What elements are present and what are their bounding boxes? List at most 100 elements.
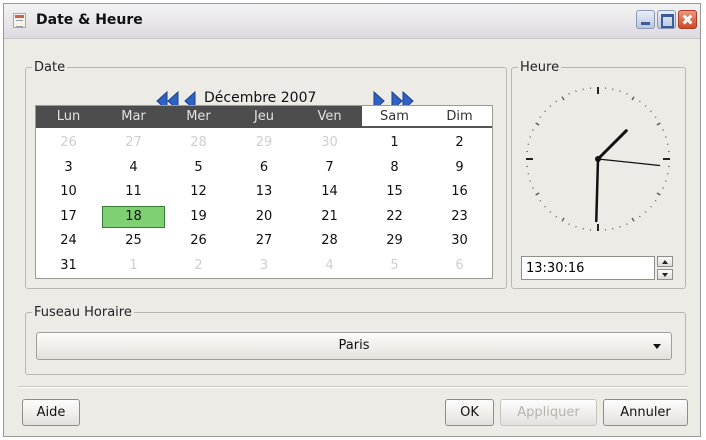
maximize-button[interactable] xyxy=(657,10,676,29)
calendar-day[interactable]: 5 xyxy=(362,255,427,277)
clock-tick xyxy=(535,192,540,196)
clock-tick xyxy=(549,105,552,107)
calendar-day[interactable]: 6 xyxy=(231,157,297,179)
calendar-day[interactable]: 14 xyxy=(297,181,362,203)
clock-tick xyxy=(561,217,565,222)
clock-tick xyxy=(549,211,552,213)
calendar-day[interactable]: 11 xyxy=(101,181,166,203)
weekday-header-mer: Mer xyxy=(166,106,231,128)
clock-tick xyxy=(568,93,570,95)
clock-tick xyxy=(539,116,542,118)
clock-center xyxy=(595,156,601,162)
calendar-day[interactable]: 3 xyxy=(231,255,297,277)
calendar-day[interactable]: 29 xyxy=(231,132,297,154)
clock-tick xyxy=(631,96,635,101)
help-button[interactable]: Aide xyxy=(22,399,80,426)
clock-tick xyxy=(532,129,534,131)
calendar-day[interactable]: 28 xyxy=(166,132,231,154)
calendar-grid: Lun Mar Mer Jeu Ven Sam Dim 26 27 28 29 30 1 2 3 4 5 6 7 8… xyxy=(35,105,493,279)
clock-tick xyxy=(644,105,647,107)
clock-tick xyxy=(639,215,641,218)
calendar-day[interactable]: 24 xyxy=(36,230,101,252)
clock-tick xyxy=(561,96,565,101)
weekday-header-mar: Mar xyxy=(101,106,166,128)
minimize-button[interactable] xyxy=(636,10,655,29)
footer-separator xyxy=(18,386,688,388)
calendar-day[interactable]: 28 xyxy=(297,230,362,252)
spin-down-icon[interactable] xyxy=(657,269,673,280)
clock-tick xyxy=(662,129,664,131)
calendar-day[interactable]: 22 xyxy=(362,206,427,228)
calendar-day[interactable]: 20 xyxy=(231,206,297,228)
calendar-day[interactable]: 4 xyxy=(297,255,362,277)
title-bar[interactable]: Date & Heure xyxy=(4,4,700,39)
clock-tick xyxy=(555,215,557,218)
calendar-day[interactable]: 10 xyxy=(36,181,101,203)
analog-clock xyxy=(526,87,670,231)
calendar-day[interactable]: 16 xyxy=(427,181,492,203)
spin-up-icon[interactable] xyxy=(657,256,673,267)
calendar-day[interactable]: 27 xyxy=(231,230,297,252)
clock-tick xyxy=(544,110,546,113)
calendar-day[interactable]: 4 xyxy=(101,157,166,179)
calendar-day[interactable]: 30 xyxy=(297,132,362,154)
calendar-day[interactable]: 25 xyxy=(101,230,166,252)
clock-tick xyxy=(626,93,628,95)
clock-tick xyxy=(535,122,540,126)
calendar-day[interactable]: 8 xyxy=(362,157,427,179)
calendar-day[interactable]: 1 xyxy=(101,255,166,277)
calendar-day[interactable]: 29 xyxy=(362,230,427,252)
weekday-header-row: Lun Mar Mer Jeu Ven Sam Dim xyxy=(36,106,492,128)
timezone-group-legend: Fuseau Horaire xyxy=(34,305,132,320)
calendar-day[interactable]: 7 xyxy=(297,157,362,179)
calendar-day[interactable]: 21 xyxy=(297,206,362,228)
calendar-day[interactable]: 2 xyxy=(427,132,492,154)
clock-tick xyxy=(532,187,534,189)
calendar-day[interactable]: 3 xyxy=(36,157,101,179)
clock-tick xyxy=(656,192,661,196)
date-group-legend: Date xyxy=(34,60,66,75)
calendar-day[interactable]: 13 xyxy=(231,181,297,203)
time-input[interactable] xyxy=(526,259,646,277)
calendar-day[interactable]: 17 xyxy=(36,206,101,228)
clock-tick xyxy=(650,205,652,208)
timezone-value: Paris xyxy=(338,338,370,353)
calendar-day[interactable]: 30 xyxy=(427,230,492,252)
clock-tick xyxy=(631,217,635,222)
calendar-day[interactable]: 15 xyxy=(362,181,427,203)
clock-tick xyxy=(555,100,557,103)
clock-tick xyxy=(662,187,664,189)
calendar-day[interactable]: 26 xyxy=(166,230,231,252)
apply-button[interactable]: Appliquer xyxy=(500,399,597,426)
hour-hand xyxy=(596,129,628,161)
minute-hand xyxy=(595,157,600,223)
month-year-label: Décembre 2007 xyxy=(204,90,316,106)
ok-button[interactable]: OK xyxy=(445,399,494,426)
timezone-select[interactable]: Paris xyxy=(36,332,672,360)
close-button[interactable] xyxy=(678,10,697,29)
time-field[interactable] xyxy=(521,256,655,280)
year-value: 2007 xyxy=(280,90,317,106)
calendar-day[interactable]: 31 xyxy=(36,255,101,277)
clock-tick xyxy=(639,100,641,103)
calendar-day[interactable]: 19 xyxy=(166,206,231,228)
time-spinner[interactable] xyxy=(657,256,673,280)
calendar-day[interactable]: 12 xyxy=(166,181,231,203)
calendar-day[interactable]: 2 xyxy=(166,255,231,277)
calendar-day[interactable]: 23 xyxy=(427,206,492,228)
second-hand xyxy=(597,158,661,167)
calendar-day[interactable]: 1 xyxy=(362,132,427,154)
clock-tick xyxy=(656,122,661,126)
calendar-day[interactable]: 27 xyxy=(101,132,166,154)
clock-tick xyxy=(626,223,628,225)
calendar-day[interactable]: 5 xyxy=(166,157,231,179)
calendar-day[interactable]: 9 xyxy=(427,157,492,179)
calendar-app-icon xyxy=(13,13,26,28)
calendar-day[interactable]: 6 xyxy=(427,255,492,277)
calendar-day[interactable]: 26 xyxy=(36,132,101,154)
calendar-day-selected[interactable]: 18 xyxy=(102,205,165,228)
dropdown-arrow-icon xyxy=(653,344,661,349)
cancel-button[interactable]: Annuler xyxy=(603,399,688,426)
window-title: Date & Heure xyxy=(36,12,143,28)
heure-group-legend: Heure xyxy=(520,60,560,75)
